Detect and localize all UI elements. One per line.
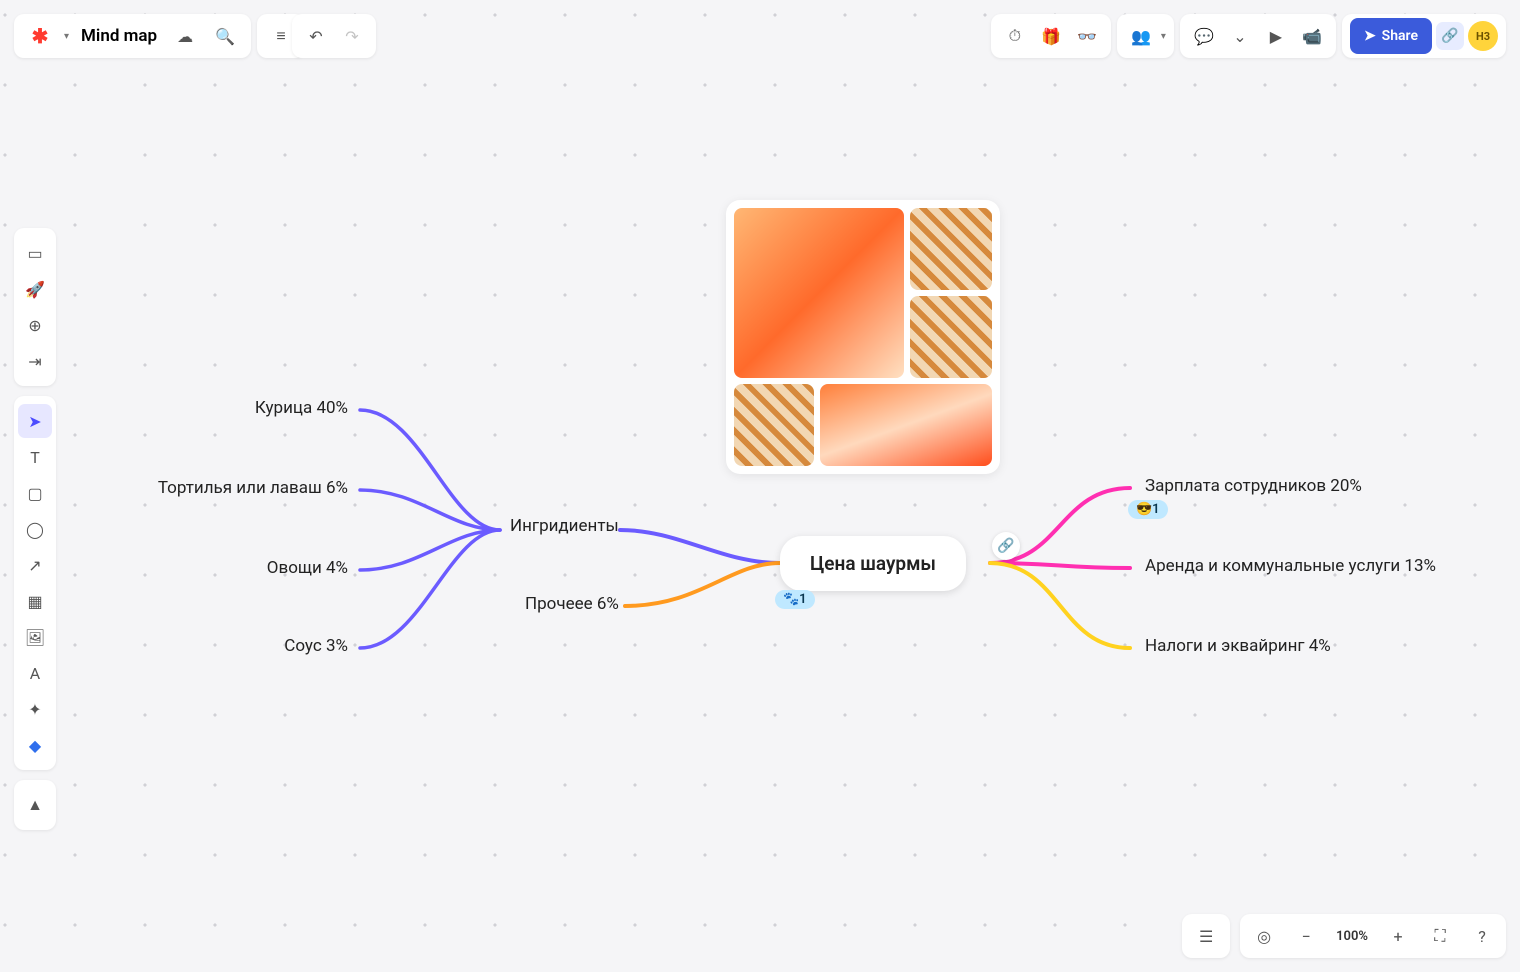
mindmap-node-sauce[interactable]: Соус 3% <box>284 636 348 656</box>
mindmap-node-salary[interactable]: Зарплата сотрудников 20% <box>1145 476 1362 496</box>
reaction-badge-left[interactable]: 🐾1 <box>775 590 815 609</box>
mindmap-node-vegetables[interactable]: Овощи 4% <box>267 558 348 578</box>
mindmap-center-node[interactable]: Цена шаурмы <box>780 536 966 591</box>
node-link-icon[interactable]: 🔗 <box>992 532 1020 560</box>
image-tile <box>910 208 992 290</box>
image-tile <box>734 384 814 466</box>
image-tile <box>734 208 904 378</box>
mindmap-node-chicken[interactable]: Курица 40% <box>255 398 348 418</box>
attached-image-card[interactable] <box>726 200 1000 474</box>
mindmap-node-rent[interactable]: Аренда и коммунальные услуги 13% <box>1145 556 1436 576</box>
mindmap-node-ingredients[interactable]: Ингридиенты <box>510 516 619 536</box>
mindmap-node-tortilla[interactable]: Тортилья или лаваш 6% <box>158 478 348 498</box>
mindmap-canvas[interactable]: Цена шаурмы 🔗 Ингридиенты Прочеее 6% Кур… <box>0 0 1520 972</box>
image-tile <box>910 296 992 378</box>
mindmap-node-other[interactable]: Прочеее 6% <box>525 594 619 614</box>
image-tile <box>820 384 992 466</box>
reaction-badge-right[interactable]: 😎1 <box>1128 500 1168 519</box>
mindmap-node-taxes[interactable]: Налоги и эквайринг 4% <box>1145 636 1331 656</box>
